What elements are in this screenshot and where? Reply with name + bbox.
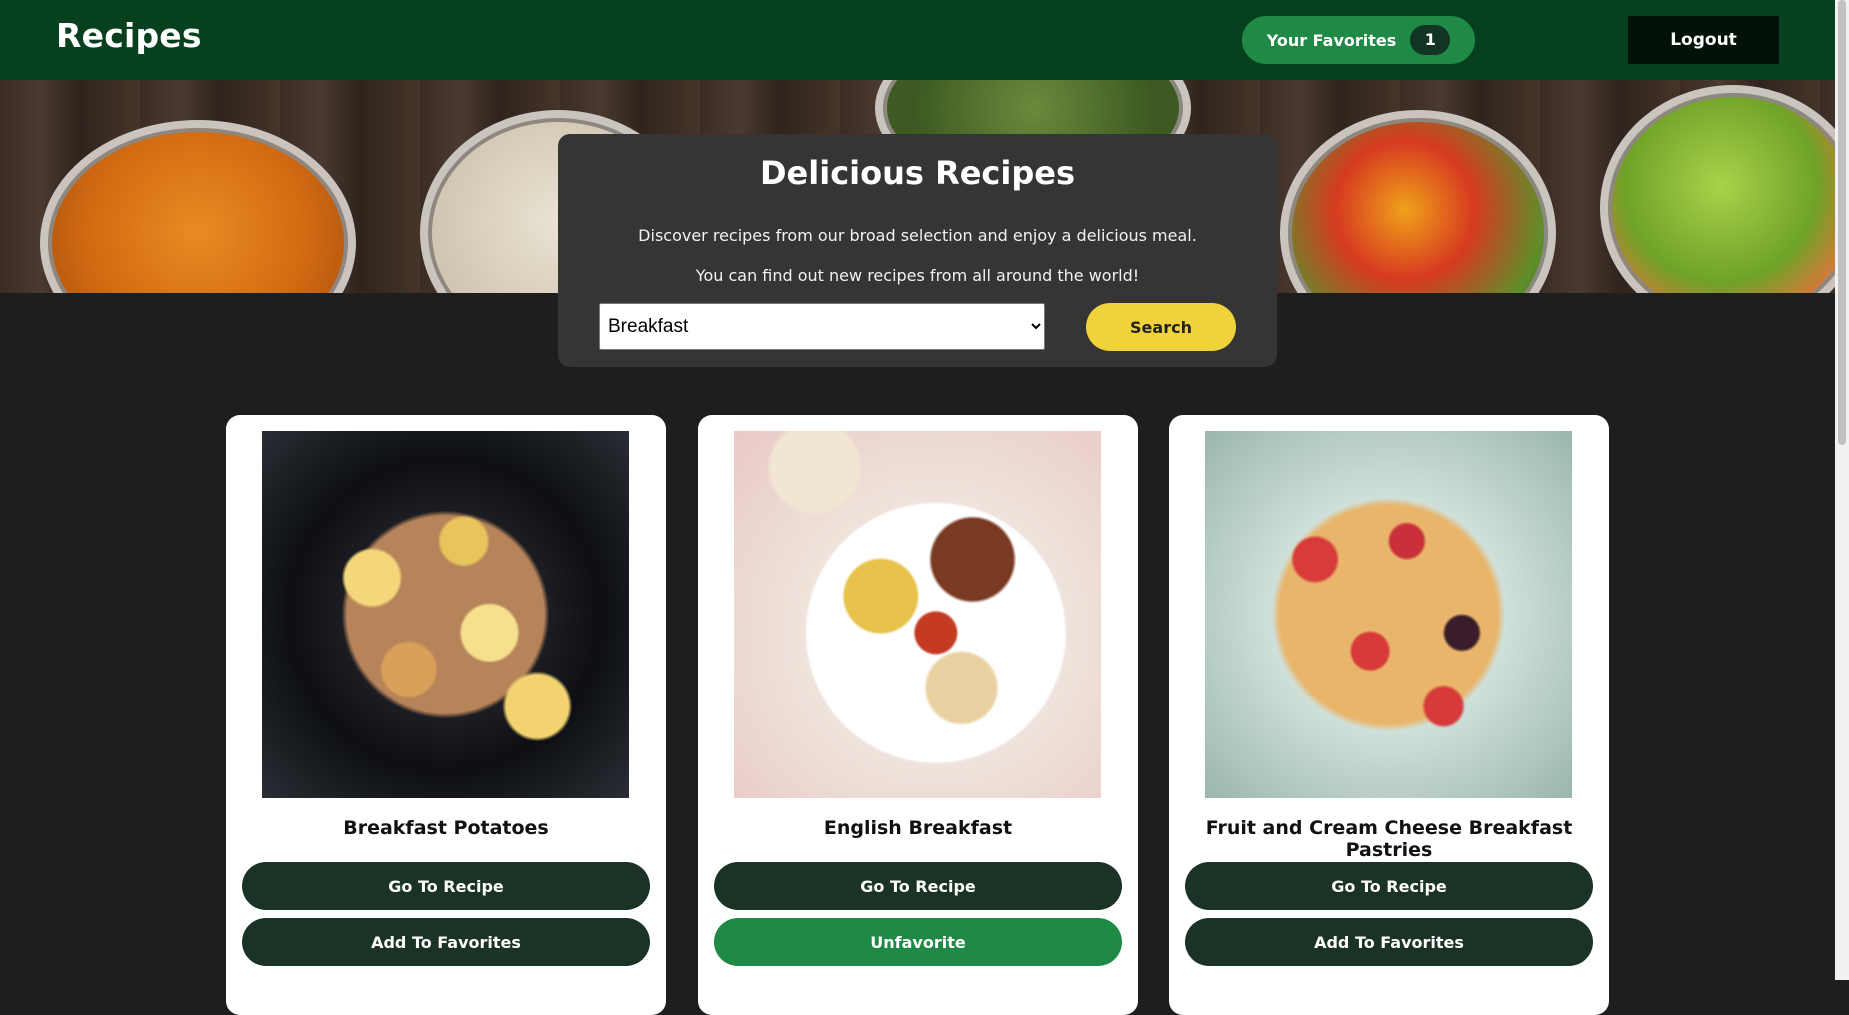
hero-title: Delicious Recipes <box>759 154 1076 192</box>
scrollbar-thumb[interactable] <box>1838 0 1846 445</box>
go-to-recipe-button[interactable]: Go To Recipe <box>1185 862 1593 910</box>
logout-button[interactable]: Logout <box>1628 16 1779 64</box>
salad-bowl-image <box>1600 85 1835 293</box>
unfavorite-button[interactable]: Unfavorite <box>714 918 1122 966</box>
recipe-card: English Breakfast Go To Recipe Unfavorit… <box>698 415 1138 1015</box>
add-to-favorites-button[interactable]: Add To Favorites <box>1185 918 1593 966</box>
go-to-recipe-button[interactable]: Go To Recipe <box>714 862 1122 910</box>
recipe-title: Breakfast Potatoes <box>343 817 549 839</box>
navbar: Recipes Your Favorites 1 Logout <box>0 0 1835 80</box>
favorites-count-badge: 1 <box>1410 25 1451 55</box>
recipe-title: Fruit and Cream Cheese Breakfast Pastrie… <box>1205 817 1573 861</box>
recipe-card: Breakfast Potatoes Go To Recipe Add To F… <box>226 415 666 1015</box>
breakfast-potatoes-image <box>262 431 629 798</box>
your-favorites-button[interactable]: Your Favorites 1 <box>1242 16 1475 64</box>
brand-title[interactable]: Recipes <box>56 16 202 55</box>
curry-bowl-image <box>40 120 356 293</box>
page-scrollbar[interactable] <box>1835 0 1849 980</box>
category-select[interactable]: Breakfast <box>599 303 1045 350</box>
search-button[interactable]: Search <box>1086 303 1236 351</box>
add-to-favorites-button[interactable]: Add To Favorites <box>242 918 650 966</box>
go-to-recipe-button[interactable]: Go To Recipe <box>242 862 650 910</box>
pastries-image <box>1205 431 1572 798</box>
recipe-card: Fruit and Cream Cheese Breakfast Pastrie… <box>1169 415 1609 1015</box>
veggie-bowl-image <box>1280 110 1556 293</box>
english-breakfast-image <box>734 431 1101 798</box>
hero-search-card: Delicious Recipes Discover recipes from … <box>558 134 1277 367</box>
hero-description-2: You can find out new recipes from all ar… <box>695 266 1140 285</box>
recipe-title: English Breakfast <box>823 817 1013 839</box>
hero-description-1: Discover recipes from our broad selectio… <box>638 226 1197 245</box>
your-favorites-label: Your Favorites <box>1266 30 1397 50</box>
